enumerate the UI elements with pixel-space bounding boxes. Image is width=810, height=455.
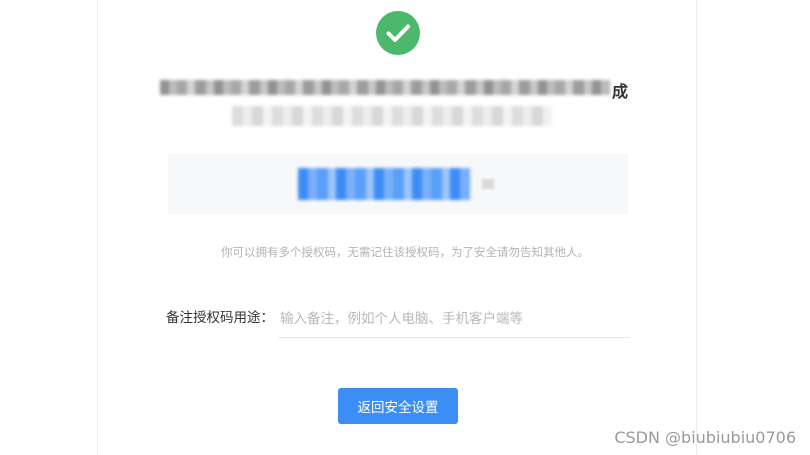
back-to-security-settings-button[interactable]: 返回安全设置 [338,388,458,424]
redacted-title [160,80,610,95]
content-panel [97,0,697,455]
page: 成 你可以拥有多个授权码，无需记住该授权码，为了安全请勿告知其他人。 备注授权码… [0,0,810,455]
note-label: 备注授权码用途： [166,310,274,326]
csdn-watermark: CSDN @biubiubiu0706 [614,428,796,447]
security-hint: 你可以拥有多个授权码，无需记住该授权码，为了安全请勿告知其他人。 [221,245,589,259]
redacted-subtitle [232,106,552,126]
redacted-code-tail [482,179,494,189]
check-circle-icon [376,11,420,55]
note-input[interactable] [278,300,630,338]
authorization-code-box [168,154,628,214]
redacted-authorization-code [298,168,470,200]
success-title-suffix: 成 [612,82,629,101]
